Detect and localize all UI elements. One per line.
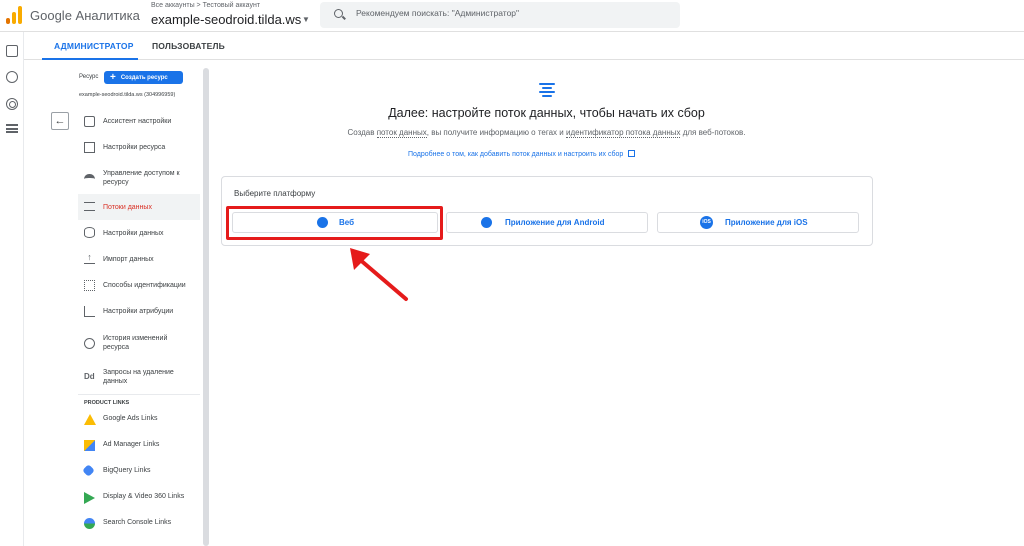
sidebar-item-label: BigQuery Links bbox=[103, 467, 151, 474]
sidebar-item-label: Запросы на удаление данных bbox=[103, 369, 174, 385]
sidebar-item-change-history[interactable]: История изменений ресурса bbox=[78, 328, 200, 358]
admin-tabs: АДМИНИСТРАТОР ПОЛЬЗОВАТЕЛЬ bbox=[24, 32, 1024, 60]
sidebar-item-data-settings[interactable]: Настройки данных bbox=[78, 220, 200, 246]
sidebar-item-search-console-links[interactable]: Search Console Links bbox=[78, 513, 200, 535]
sidebar-item-label: Потоки данных bbox=[103, 204, 152, 211]
main-panel bbox=[220, 68, 884, 546]
arrow-annotation bbox=[350, 248, 408, 301]
property-name[interactable]: example-seodroid.tilda.ws (304996959) bbox=[79, 92, 175, 98]
sidebar-item-access-management[interactable]: Управление доступом к ресурсу bbox=[78, 163, 200, 193]
sidebar-item-label: История изменений ресурса bbox=[103, 335, 168, 351]
sidebar-item-label: Способы идентификации bbox=[103, 282, 186, 289]
ios-platform-button[interactable]: iOS Приложение для iOS bbox=[657, 212, 859, 233]
attribution-icon bbox=[84, 306, 95, 317]
sidebar-item-label: Настройки данных bbox=[103, 230, 164, 237]
sidebar-item-ad-manager-links[interactable]: Ad Manager Links bbox=[78, 435, 200, 457]
sidebar-item-label: Настройки атрибуции bbox=[103, 308, 174, 315]
chevron-down-icon[interactable]: ▼ bbox=[302, 15, 310, 24]
search-console-icon bbox=[84, 518, 95, 529]
upload-icon: ↑ bbox=[84, 253, 95, 264]
choose-platform-label: Выберите платформу bbox=[234, 189, 316, 198]
tab-admin[interactable]: АДМИНИСТРАТОР bbox=[54, 41, 134, 51]
sidebar-item-attribution-settings[interactable]: Настройки атрибуции bbox=[78, 298, 200, 324]
sidebar-item-property-settings[interactable]: Настройки ресурса bbox=[78, 134, 200, 160]
learn-more-text: Подробнее о том, как добавить поток данн… bbox=[408, 151, 624, 158]
account-selector[interactable]: example-seodroid.tilda.ws bbox=[151, 12, 301, 27]
ios-icon: iOS bbox=[700, 216, 713, 229]
sidebar-item-label: Google Ads Links bbox=[103, 415, 158, 422]
stream-id-term[interactable]: идентификатор потока данных bbox=[565, 128, 681, 138]
sidebar-item-dv360-links[interactable]: Display & Video 360 Links bbox=[78, 487, 200, 509]
dv360-icon bbox=[84, 492, 95, 504]
search-box[interactable] bbox=[320, 2, 680, 28]
stream-icon bbox=[84, 202, 95, 211]
divider bbox=[78, 394, 200, 395]
sidebar-item-label: Управление доступом к ресурсу bbox=[103, 170, 180, 186]
platform-label: Приложение для iOS bbox=[725, 218, 808, 227]
google-ads-icon bbox=[84, 414, 96, 425]
database-icon bbox=[84, 227, 95, 238]
learn-more-link[interactable]: Подробнее о том, как добавить поток данн… bbox=[408, 150, 636, 158]
search-icon bbox=[334, 9, 343, 18]
create-resource-button[interactable]: + Создать ресурс bbox=[104, 71, 183, 84]
history-icon bbox=[84, 338, 95, 349]
sidebar-item-google-ads-links[interactable]: Google Ads Links bbox=[78, 409, 200, 431]
sidebar-item-data-import[interactable]: ↑ Импорт данных bbox=[78, 246, 200, 272]
android-platform-button[interactable]: Приложение для Android bbox=[446, 212, 648, 233]
sidebar-item-reporting-identity[interactable]: Способы идентификации bbox=[78, 272, 200, 298]
bigquery-icon bbox=[82, 464, 95, 477]
identity-icon bbox=[84, 280, 95, 291]
sidebar-item-label: Search Console Links bbox=[103, 519, 172, 526]
subtitle-text: , вы получите информацию о тегах и bbox=[426, 128, 566, 137]
sidebar-item-label: Настройки ресурса bbox=[103, 144, 166, 151]
ad-manager-icon bbox=[84, 440, 95, 451]
plus-icon: + bbox=[110, 72, 116, 83]
sidebar-item-label: Ad Manager Links bbox=[103, 441, 160, 448]
create-resource-label: Создать ресурс bbox=[120, 75, 168, 81]
top-bar: Google Аналитика Все аккаунты > Тестовый… bbox=[0, 0, 1024, 32]
data-stream-term[interactable]: поток данных bbox=[376, 128, 427, 138]
subtitle-text: для веб-потоков. bbox=[680, 128, 746, 137]
window-icon bbox=[84, 142, 95, 153]
sidebar-item-bigquery-links[interactable]: BigQuery Links bbox=[78, 461, 200, 483]
data-stream-icon bbox=[539, 82, 555, 98]
dd-icon: Dd bbox=[84, 372, 95, 381]
page-subtitle: Создав поток данных, вы получите информа… bbox=[0, 128, 1024, 138]
reports-icon[interactable] bbox=[6, 45, 18, 57]
sidebar-item-data-deletion[interactable]: Dd Запросы на удаление данных bbox=[78, 362, 200, 392]
sidebar-item-label: Display & Video 360 Links bbox=[103, 493, 185, 500]
highlight-annotation bbox=[226, 206, 443, 240]
page-title: Далее: настройте поток данных, чтобы нач… bbox=[388, 106, 705, 120]
platform-label: Приложение для Android bbox=[505, 218, 605, 227]
product-links-header: PRODUCT LINKS bbox=[84, 400, 130, 406]
explore-icon[interactable] bbox=[6, 71, 18, 83]
app-name: Google Аналитика bbox=[30, 8, 140, 23]
resource-label: Ресурс bbox=[79, 74, 99, 80]
sidebar-item-label: Импорт данных bbox=[103, 256, 154, 263]
external-link-icon bbox=[628, 150, 636, 157]
account-breadcrumb[interactable]: Все аккаунты > Тестовый аккаунт bbox=[151, 2, 260, 9]
people-icon bbox=[84, 174, 95, 180]
search-input[interactable] bbox=[356, 8, 656, 18]
subtitle-text: Создав bbox=[347, 128, 377, 137]
sidebar-item-data-streams[interactable]: Потоки данных bbox=[78, 194, 200, 220]
tab-user[interactable]: ПОЛЬЗОВАТЕЛЬ bbox=[152, 41, 225, 51]
google-analytics-logo[interactable] bbox=[6, 6, 22, 24]
sidebar-scrollbar[interactable] bbox=[203, 68, 209, 546]
android-icon bbox=[481, 217, 492, 228]
